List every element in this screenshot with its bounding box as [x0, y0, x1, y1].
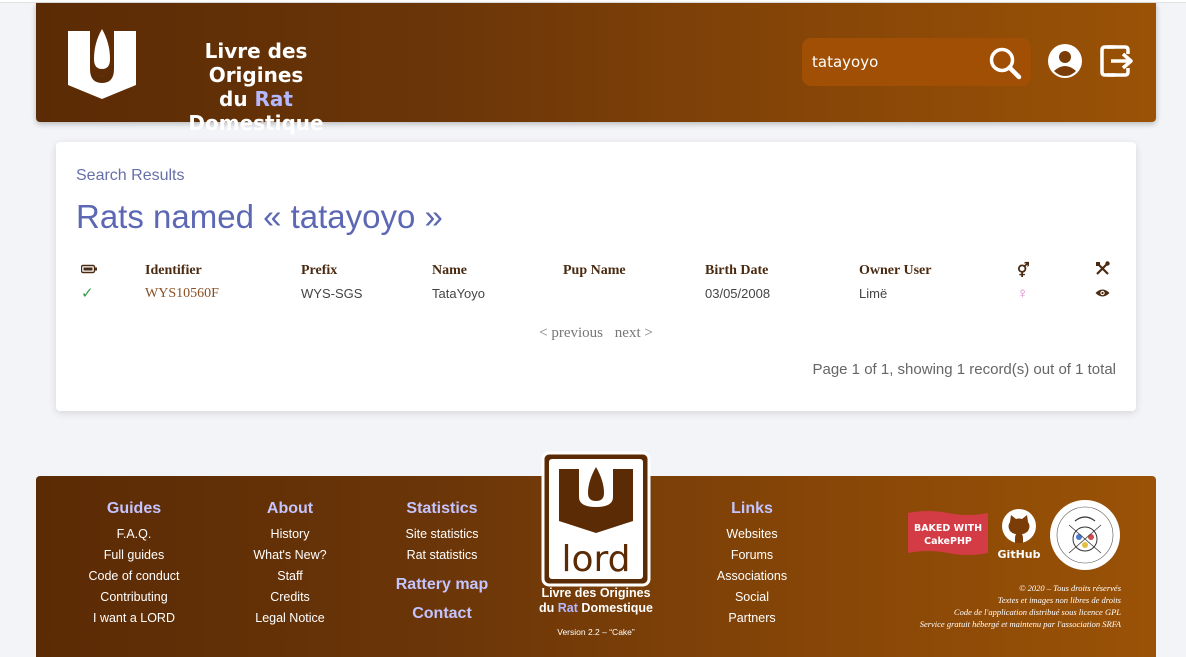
legal-line: © 2020 – Tous droits réservés — [1019, 583, 1121, 593]
footer-about-column: About History What's New? Staff Credits … — [240, 500, 340, 629]
sex-symbol-icon: ⚥ — [1017, 263, 1030, 279]
col-identifier[interactable]: Identifier — [140, 260, 296, 282]
legal-notice: © 2020 – Tous droits réservés Textes et … — [920, 582, 1121, 630]
footer-brand-line-1: Livre des Origines — [541, 586, 651, 600]
footer-statistics-title: Statistics — [406, 500, 478, 517]
footer-link[interactable]: Legal Notice — [240, 608, 340, 629]
footer-link[interactable]: Staff — [240, 566, 340, 587]
search-results-card: Search Results Rats named « tatayoyo » I… — [56, 142, 1136, 411]
footer-links-title: Links — [731, 500, 773, 517]
user-account-icon[interactable] — [1048, 44, 1082, 78]
legal-line: Code de l'application distribué sous lic… — [953, 607, 1121, 617]
pagination: < previous next > — [56, 325, 1136, 342]
cake-line-2: CakePHP — [924, 536, 972, 547]
cakephp-badge[interactable]: BAKED WITH CakePHP — [908, 509, 988, 557]
footer-link[interactable]: What's New? — [240, 545, 340, 566]
status-check-icon: ✓ — [81, 285, 94, 302]
search-box — [802, 38, 1031, 86]
col-sex: ⚥ — [1012, 260, 1090, 282]
footer-link[interactable]: I want a LORD — [84, 608, 184, 629]
footer-link[interactable]: Contributing — [84, 587, 184, 608]
col-name[interactable]: Name — [427, 260, 558, 282]
rat-prefix: WYS-SGS — [301, 285, 363, 301]
footer-link[interactable]: Forums — [702, 545, 802, 566]
footer-guides-column: Guides F.A.Q. Full guides Code of conduc… — [84, 500, 184, 629]
female-icon: ♀ — [1017, 284, 1029, 302]
footer-link[interactable]: History — [240, 524, 340, 545]
footer-link[interactable]: Social — [702, 587, 802, 608]
rat-name: TataYoyo — [432, 285, 486, 301]
brand-rat-word: Rat — [254, 87, 293, 111]
footer-link[interactable]: Partners — [702, 608, 802, 629]
battery-icon — [80, 264, 97, 274]
site-footer: Guides F.A.Q. Full guides Code of conduc… — [36, 451, 1156, 657]
search-icon[interactable] — [988, 46, 1022, 80]
breadcrumb: Search Results — [76, 167, 185, 184]
footer-links-column: Links Websites Forums Associations Socia… — [702, 500, 802, 629]
site-brand[interactable]: Livre des Origines du Rat Domestique — [156, 39, 356, 135]
footer-guides-title: Guides — [106, 500, 162, 517]
legal-line: Service gratuit hébergé et maintenu par … — [919, 619, 1121, 629]
footer-link[interactable]: Associations — [702, 566, 802, 587]
footer-link[interactable]: Credits — [240, 587, 340, 608]
footer-brand-line-2: du Rat Domestique — [539, 601, 653, 615]
version-label: Version 2.2 – “Cake” — [557, 627, 635, 637]
results-table: Identifier Prefix Name Pup Name Birth Da… — [76, 260, 1126, 304]
logout-icon[interactable] — [1099, 44, 1135, 78]
footer-link[interactable]: Site statistics — [382, 524, 502, 545]
brand-line-2: du Rat Domestique — [188, 87, 324, 135]
tools-icon — [1096, 261, 1110, 275]
site-header: Livre des Origines du Rat Domestique — [36, 3, 1156, 135]
pager-previous[interactable]: < previous — [539, 325, 603, 341]
github-label: GitHub — [998, 548, 1041, 561]
search-input[interactable] — [812, 48, 982, 76]
cake-line-1: BAKED WITH — [914, 523, 982, 534]
status-column-header — [76, 260, 140, 282]
lord-logo-icon[interactable] — [66, 25, 138, 99]
col-pup-name[interactable]: Pup Name — [558, 260, 700, 282]
footer-link[interactable]: F.A.Q. — [84, 524, 184, 545]
lord-badge-text: lord — [561, 539, 630, 580]
rat-owner: Limë — [859, 285, 888, 301]
footer-link[interactable]: Websites — [702, 524, 802, 545]
rat-pup-name — [558, 282, 700, 304]
footer-link[interactable]: Code of conduct — [84, 566, 184, 587]
table-row: ✓ WYS10560F WYS-SGS TataYoyo 03/05/2008 … — [76, 282, 1126, 304]
page-info: Page 1 of 1, showing 1 record(s) out of … — [812, 361, 1116, 378]
col-birth-date[interactable]: Birth Date — [700, 260, 854, 282]
github-icon[interactable]: GitHub — [996, 508, 1042, 562]
col-actions — [1090, 260, 1126, 282]
footer-link[interactable]: Rat statistics — [382, 545, 502, 566]
brand-line-1: Livre des Origines — [204, 39, 308, 87]
footer-about-title: About — [266, 500, 314, 517]
footer-contact-link[interactable]: Contact — [382, 605, 502, 623]
footer-statistics-column: Statistics Site statistics Rat statistic… — [382, 500, 502, 623]
legal-line: Textes et images non libres de droits — [997, 595, 1121, 605]
page-title: Rats named « tatayoyo » — [76, 198, 443, 235]
footer-brand: Livre des Origines du Rat Domestique — [516, 586, 676, 616]
srfa-association-logo[interactable] — [1049, 499, 1121, 571]
view-eye-icon[interactable] — [1095, 288, 1110, 298]
col-owner-user[interactable]: Owner User — [854, 260, 1012, 282]
footer-rattery-map-link[interactable]: Rattery map — [382, 576, 502, 594]
pager-next[interactable]: next > — [615, 325, 653, 341]
rat-identifier-link[interactable]: WYS10560F — [145, 286, 219, 301]
lord-badge-logo[interactable]: lord — [541, 451, 651, 587]
table-header-row: Identifier Prefix Name Pup Name Birth Da… — [76, 260, 1126, 282]
col-prefix[interactable]: Prefix — [296, 260, 427, 282]
footer-link[interactable]: Full guides — [84, 545, 184, 566]
rat-birth-date: 03/05/2008 — [705, 285, 771, 301]
